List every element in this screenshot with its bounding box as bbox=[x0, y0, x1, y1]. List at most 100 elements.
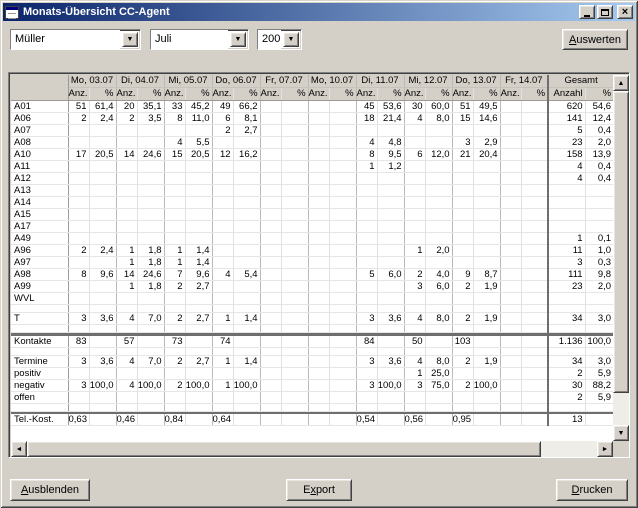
cell-pct bbox=[137, 185, 164, 197]
cell-anz bbox=[116, 293, 137, 305]
cell-pct: 53,6 bbox=[377, 101, 404, 113]
cell-anz bbox=[404, 347, 425, 355]
cell-anz bbox=[500, 281, 521, 293]
year-combobox[interactable]: 2006 ▼ bbox=[257, 29, 302, 50]
cell-pct: 5,4 bbox=[233, 269, 260, 281]
cell-anz bbox=[356, 197, 377, 209]
window-title: Monats-Übersicht CC-Agent bbox=[23, 6, 577, 18]
cell-anz: 84 bbox=[356, 336, 377, 348]
agent-combobox[interactable]: Müller ▼ bbox=[10, 29, 141, 50]
cell-anz bbox=[260, 347, 281, 355]
cell-anz bbox=[260, 379, 281, 391]
cell-pct bbox=[425, 391, 452, 403]
cell-anz bbox=[356, 367, 377, 379]
cell-pct bbox=[233, 161, 260, 173]
export-button[interactable]: Export bbox=[286, 479, 352, 501]
cell-pct bbox=[89, 325, 116, 333]
cell-gesamt-anzahl: 2 bbox=[548, 367, 585, 379]
table-row: positiv125,025,9 bbox=[11, 367, 613, 379]
cell-pct bbox=[89, 391, 116, 403]
cell-pct bbox=[473, 257, 500, 269]
table-row: A14 bbox=[11, 197, 613, 209]
agent-dropdown-button[interactable]: ▼ bbox=[122, 32, 138, 47]
day-column-header: Mo, 03.07 bbox=[68, 75, 116, 88]
cell-anz bbox=[308, 101, 329, 113]
cell-pct bbox=[377, 185, 404, 197]
month-combobox[interactable]: Juli ▼ bbox=[150, 29, 249, 50]
horizontal-scrollbar-track[interactable] bbox=[541, 441, 597, 457]
cell-gesamt-pct bbox=[585, 305, 613, 313]
cell-pct: 25,0 bbox=[425, 367, 452, 379]
cell-anz: 1 bbox=[404, 245, 425, 257]
cell-gesamt-anzahl bbox=[548, 221, 585, 233]
cell-pct: 8,0 bbox=[425, 355, 452, 367]
cell-pct bbox=[329, 313, 356, 325]
row-label: A96 bbox=[11, 245, 68, 257]
cell-anz bbox=[212, 367, 233, 379]
table-row: offen25,9 bbox=[11, 391, 613, 403]
cell-anz: 3 bbox=[68, 379, 89, 391]
year-dropdown-button[interactable]: ▼ bbox=[283, 32, 299, 47]
cell-anz bbox=[212, 221, 233, 233]
scroll-down-button[interactable]: ▼ bbox=[613, 425, 629, 441]
cell-gesamt-anzahl: 111 bbox=[548, 269, 585, 281]
cell-anz: 4 bbox=[356, 137, 377, 149]
cell-anz bbox=[500, 355, 521, 367]
cell-anz bbox=[404, 161, 425, 173]
title-bar[interactable]: Monats-Übersicht CC-Agent × bbox=[3, 3, 635, 21]
cell-anz bbox=[260, 391, 281, 403]
anz-subheader: Anz. bbox=[308, 88, 329, 101]
cell-pct bbox=[137, 305, 164, 313]
cell-gesamt-pct bbox=[585, 403, 613, 411]
spacer-row bbox=[11, 403, 613, 411]
scroll-left-button[interactable]: ◄ bbox=[11, 441, 27, 457]
cell-pct bbox=[329, 325, 356, 333]
scroll-up-button[interactable]: ▲ bbox=[613, 75, 629, 91]
close-button[interactable]: × bbox=[617, 5, 633, 19]
vertical-scrollbar-track[interactable] bbox=[613, 393, 629, 425]
maximize-button[interactable] bbox=[597, 5, 613, 19]
cell-pct bbox=[521, 161, 548, 173]
cell-pct: 7,0 bbox=[137, 313, 164, 325]
horizontal-scrollbar[interactable]: ◄ ► bbox=[11, 441, 613, 457]
cell-pct bbox=[473, 391, 500, 403]
cell-pct bbox=[473, 233, 500, 245]
toolbar: Müller ▼ Juli ▼ 2006 ▼ Auswerten bbox=[10, 29, 628, 50]
cell-anz bbox=[308, 125, 329, 137]
anz-subheader: Anz. bbox=[260, 88, 281, 101]
cell-gesamt-pct: 0,1 bbox=[585, 233, 613, 245]
horizontal-scrollbar-thumb[interactable] bbox=[27, 441, 541, 457]
cell-pct bbox=[425, 209, 452, 221]
cell-pct bbox=[89, 137, 116, 149]
cell-anz bbox=[500, 137, 521, 149]
table-row: Tel.-Kost.0,630,460,840,640,540,560,9513 bbox=[11, 414, 613, 426]
cell-pct: 2,4 bbox=[89, 113, 116, 125]
vertical-scrollbar-thumb[interactable] bbox=[613, 91, 629, 393]
ausblenden-button[interactable]: Ausblenden bbox=[10, 479, 90, 501]
cell-anz bbox=[116, 161, 137, 173]
scroll-right-button[interactable]: ► bbox=[597, 441, 613, 457]
cell-anz bbox=[260, 355, 281, 367]
drucken-button[interactable]: Drucken bbox=[556, 479, 628, 501]
cell-pct: 2,9 bbox=[473, 137, 500, 149]
vertical-scrollbar[interactable]: ▲ ▼ bbox=[613, 75, 629, 441]
cell-anz bbox=[308, 173, 329, 185]
minimize-button[interactable] bbox=[579, 5, 595, 19]
cell-anz bbox=[404, 185, 425, 197]
cell-anz: 51 bbox=[68, 101, 89, 113]
pct-subheader: % bbox=[89, 88, 116, 101]
cell-pct bbox=[329, 414, 356, 426]
auswerten-button[interactable]: Auswerten bbox=[562, 29, 628, 50]
maximize-icon bbox=[601, 9, 609, 16]
cell-gesamt-pct: 0,4 bbox=[585, 161, 613, 173]
cell-gesamt-anzahl bbox=[548, 325, 585, 333]
cell-pct bbox=[521, 336, 548, 348]
cell-anz bbox=[500, 197, 521, 209]
cell-anz bbox=[68, 347, 89, 355]
cell-anz bbox=[356, 221, 377, 233]
cell-anz bbox=[212, 281, 233, 293]
cell-pct bbox=[137, 336, 164, 348]
cell-anz bbox=[68, 173, 89, 185]
month-dropdown-button[interactable]: ▼ bbox=[230, 32, 246, 47]
cell-anz bbox=[308, 185, 329, 197]
